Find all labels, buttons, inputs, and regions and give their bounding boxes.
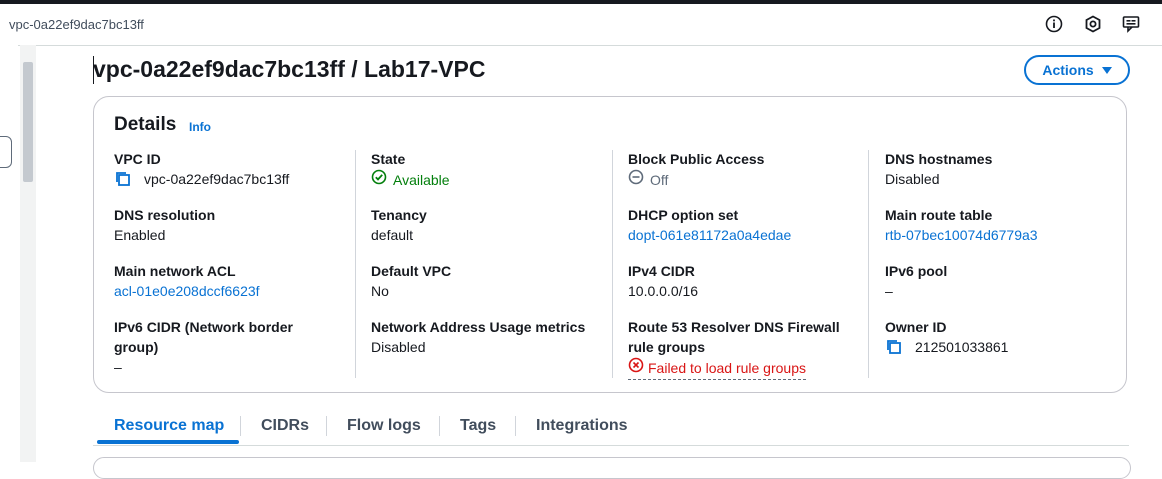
info-link[interactable]: Info xyxy=(189,120,211,134)
nav-toggle-handle[interactable] xyxy=(0,136,12,168)
copy-icon[interactable] xyxy=(114,170,132,188)
route53-firewall-label-line1: Route 53 Resolver DNS Firewall xyxy=(628,319,840,335)
tenancy-value: default xyxy=(371,227,414,243)
ipv6-pool-value: – xyxy=(885,283,893,299)
ipv6-cidr-label-line1: IPv6 CIDR (Network border xyxy=(114,319,293,335)
state-label: State xyxy=(371,151,406,167)
scrollbar-thumb[interactable] xyxy=(23,62,33,182)
left-nav-rail xyxy=(0,45,18,462)
resource-map-panel xyxy=(93,457,1131,479)
ipv6-cidr-field: IPv6 CIDR (Network border group) – xyxy=(114,317,293,377)
route53-firewall-field: Route 53 Resolver DNS Firewall rule grou… xyxy=(628,317,840,380)
settings-hex-icon[interactable] xyxy=(1082,13,1104,35)
ipv4-cidr-label: IPv4 CIDR xyxy=(628,263,695,279)
actions-button[interactable]: Actions xyxy=(1024,55,1130,85)
tab-separator xyxy=(240,416,241,436)
owner-id-label: Owner ID xyxy=(885,319,947,335)
caret-down-icon xyxy=(1101,66,1112,74)
vpc-id-field: VPC ID vpc-0a22ef9dac7bc13ff xyxy=(114,149,289,189)
ipv6-pool-label: IPv6 pool xyxy=(885,263,948,279)
route53-firewall-label-line2: rule groups xyxy=(628,339,706,355)
column-divider xyxy=(355,150,356,378)
state-value: Available xyxy=(393,171,450,188)
details-heading: Details xyxy=(114,114,177,135)
owner-id-field: Owner ID 212501033861 xyxy=(885,317,1008,357)
column-divider xyxy=(612,150,613,378)
dns-hostnames-label: DNS hostnames xyxy=(885,151,993,167)
dns-hostnames-field: DNS hostnames Disabled xyxy=(885,149,992,189)
tab-cidrs[interactable]: CIDRs xyxy=(261,417,309,435)
vpc-id-label: VPC ID xyxy=(114,151,161,167)
info-circle-icon[interactable] xyxy=(1043,13,1065,35)
off-circle-icon xyxy=(628,169,644,190)
main-network-acl-field: Main network ACL acl-01e0e208dccf6623f xyxy=(114,261,260,301)
tab-separator xyxy=(515,416,516,436)
tab-tags[interactable]: Tags xyxy=(460,417,496,435)
ipv4-cidr-value: 10.0.0.0/16 xyxy=(628,283,699,299)
active-tab-indicator xyxy=(97,440,239,444)
dhcp-option-set-label: DHCP option set xyxy=(628,207,739,223)
dns-hostnames-value: Disabled xyxy=(885,171,940,187)
dhcp-option-set-link[interactable]: dopt-061e81172a0a4edae xyxy=(628,225,791,245)
actions-button-label: Actions xyxy=(1042,62,1094,78)
ipv6-cidr-value: – xyxy=(114,359,122,375)
feedback-icon[interactable] xyxy=(1120,13,1142,35)
dns-resolution-label: DNS resolution xyxy=(114,207,216,223)
tab-flow-logs[interactable]: Flow logs xyxy=(347,417,421,435)
tab-integrations[interactable]: Integrations xyxy=(536,417,628,435)
default-vpc-label: Default VPC xyxy=(371,263,452,279)
dns-resolution-value: Enabled xyxy=(114,227,166,243)
main-network-acl-label: Main network ACL xyxy=(114,263,236,279)
state-field: State Available xyxy=(371,149,450,190)
tab-resource-map[interactable]: Resource map xyxy=(114,417,224,435)
route53-firewall-status[interactable]: Failed to load rule groups xyxy=(628,357,806,380)
default-vpc-value: No xyxy=(371,283,389,299)
browser-tab-title[interactable]: vpc-0a22ef9dac7bc13ff xyxy=(9,17,144,32)
tab-separator xyxy=(326,416,327,436)
network-address-usage-label: Network Address Usage metrics xyxy=(371,319,586,335)
copy-icon[interactable] xyxy=(885,338,903,356)
default-vpc-field: Default VPC No xyxy=(371,261,451,301)
network-address-usage-value: Disabled xyxy=(371,339,426,355)
tenancy-field: Tenancy default xyxy=(371,205,427,245)
tenancy-label: Tenancy xyxy=(371,207,427,223)
main-route-table-label: Main route table xyxy=(885,207,993,223)
main-network-acl-link[interactable]: acl-01e0e208dccf6623f xyxy=(114,281,260,301)
route53-firewall-error-text: Failed to load rule groups xyxy=(648,359,806,376)
vpc-id-value: vpc-0a22ef9dac7bc13ff xyxy=(144,171,290,187)
dhcp-option-set-field: DHCP option set dopt-061e81172a0a4edae xyxy=(628,205,791,245)
text-cursor xyxy=(93,56,94,84)
page-title: vpc-0a22ef9dac7bc13ff / Lab17-VPC xyxy=(93,56,486,82)
main-route-table-field: Main route table rtb-07bec10074d6779a3 xyxy=(885,205,1038,245)
column-divider xyxy=(868,150,869,378)
ipv6-pool-field: IPv6 pool – xyxy=(885,261,947,301)
dns-resolution-field: DNS resolution Enabled xyxy=(114,205,215,245)
ipv6-cidr-label-line2: group) xyxy=(114,339,159,355)
block-public-access-label: Block Public Access xyxy=(628,151,765,167)
owner-id-value: 212501033861 xyxy=(915,339,1009,355)
block-public-access-value: Off xyxy=(650,171,669,188)
ipv4-cidr-field: IPv4 CIDR 10.0.0.0/16 xyxy=(628,261,698,301)
block-public-access-field: Block Public Access Off xyxy=(628,149,764,190)
network-address-usage-field: Network Address Usage metrics Disabled xyxy=(371,317,585,357)
main-route-table-link[interactable]: rtb-07bec10074d6779a3 xyxy=(885,225,1038,245)
check-circle-icon xyxy=(371,169,387,190)
tab-separator xyxy=(439,416,440,436)
browser-tab-bar: vpc-0a22ef9dac7bc13ff xyxy=(0,4,1162,46)
error-circle-icon xyxy=(628,357,644,378)
